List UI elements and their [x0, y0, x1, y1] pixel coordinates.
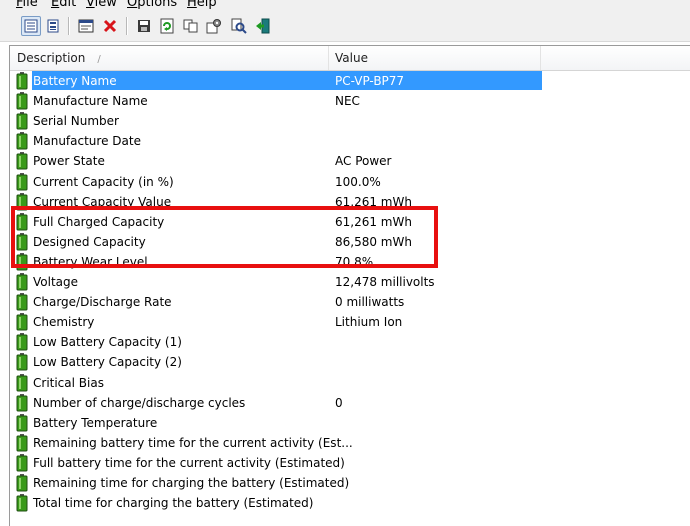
table-row[interactable]: Remaining time for charging the battery …: [10, 473, 690, 493]
row-description: Current Capacity (in %): [33, 174, 174, 189]
list-header: Description / Value: [10, 46, 690, 71]
find-button[interactable]: [229, 16, 249, 36]
row-description: Charge/Discharge Rate: [33, 295, 172, 310]
menu-help[interactable]: Help: [187, 0, 217, 11]
battery-icon: [16, 393, 28, 412]
table-row[interactable]: Battery Name PC-VP-BP77: [10, 71, 690, 91]
battery-icon: [16, 373, 28, 391]
delete-icon: [103, 19, 117, 33]
copy-button[interactable]: [181, 16, 201, 36]
battery-icon: [16, 353, 28, 371]
menu-edit[interactable]: Edit: [51, 0, 76, 11]
battery-icon: [16, 273, 28, 291]
battery-icon: [16, 333, 28, 351]
menu-options[interactable]: Options: [127, 0, 177, 11]
battery-icon: [16, 92, 28, 110]
battery-icon: [16, 72, 28, 90]
options-icon: [206, 19, 221, 34]
column-divider[interactable]: [540, 46, 541, 70]
row-description: Remaining battery time for the current a…: [33, 435, 353, 450]
properties-button[interactable]: [76, 16, 96, 36]
battery-info-list[interactable]: Description / Value Battery Name PC-VP-BP7…: [9, 45, 690, 526]
column-divider[interactable]: [328, 46, 329, 70]
exit-icon: [256, 18, 270, 34]
row-description: Low Battery Capacity (2): [33, 355, 182, 370]
battery-icon: [16, 433, 28, 452]
details-view-icon: [47, 19, 59, 33]
properties-icon: [78, 19, 94, 33]
row-description: Remaining time for charging the battery …: [33, 476, 350, 490]
details-view-button[interactable]: [43, 16, 63, 36]
find-icon: [231, 18, 247, 34]
row-description: Manufacture Name: [33, 94, 148, 109]
row-description: Total time for charging the battery (Est…: [33, 496, 314, 511]
battery-icon: [16, 152, 28, 170]
toolbar-separator: [68, 17, 70, 35]
row-description: Manufacture Date: [33, 134, 141, 149]
highlight-box: [11, 206, 438, 268]
battery-icon: [16, 453, 28, 472]
html-report-icon: [24, 19, 38, 33]
row-description: Chemistry: [33, 315, 95, 330]
menu-bar: File Edit View Options Help: [0, 0, 690, 12]
table-row[interactable]: Total time for charging the battery (Est…: [10, 493, 690, 513]
toolbar: [0, 12, 690, 42]
row-description: Critical Bias: [33, 375, 104, 390]
table-row[interactable]: Low Battery Capacity (1): [10, 332, 690, 352]
row-description: Power State: [33, 154, 105, 169]
table-row[interactable]: Power State AC Power: [10, 151, 690, 171]
table-row[interactable]: Low Battery Capacity (2): [10, 352, 690, 372]
sort-indicator-icon: /: [97, 54, 101, 65]
battery-icon: [16, 474, 28, 492]
table-row[interactable]: Serial Number: [10, 111, 690, 131]
table-row[interactable]: Voltage 12,478 millivolts: [10, 272, 690, 292]
row-description: Number of charge/discharge cycles: [33, 395, 246, 410]
save-button[interactable]: [134, 16, 154, 36]
html-report-button[interactable]: [21, 16, 41, 36]
refresh-icon: [160, 18, 174, 34]
row-value: 0 milliwatts: [335, 295, 405, 310]
row-description: Voltage: [33, 275, 79, 289]
table-row[interactable]: Charge/Discharge Rate 0 milliwatts: [10, 292, 690, 312]
table-row[interactable]: Full battery time for the current activi…: [10, 453, 690, 473]
table-row[interactable]: Manufacture Name NEC: [10, 91, 690, 111]
row-description: Battery Temperature: [33, 415, 158, 430]
battery-icon: [16, 293, 28, 311]
table-row[interactable]: Battery Temperature: [10, 413, 690, 433]
row-description: Battery Name: [33, 74, 117, 88]
table-row[interactable]: Remaining battery time for the current a…: [10, 433, 690, 453]
table-row[interactable]: Manufacture Date: [10, 131, 690, 151]
refresh-button[interactable]: [157, 16, 177, 36]
row-value: 0: [335, 395, 343, 410]
toolbar-separator: [126, 17, 128, 35]
battery-icon: [16, 413, 28, 432]
battery-icon: [16, 132, 28, 150]
exit-button[interactable]: [253, 16, 273, 36]
menu-view[interactable]: View: [86, 0, 117, 11]
table-row[interactable]: Critical Bias: [10, 373, 690, 393]
row-value: Lithium Ion: [335, 315, 403, 330]
row-value: PC-VP-BP77: [335, 74, 405, 88]
copy-icon: [183, 19, 198, 33]
row-value: NEC: [335, 94, 360, 109]
row-value: 12,478 millivolts: [335, 275, 435, 289]
battery-icon: [16, 172, 28, 190]
battery-icon: [16, 112, 28, 130]
table-row[interactable]: Number of charge/discharge cycles 0: [10, 393, 690, 413]
column-header-description[interactable]: Description /: [17, 46, 101, 70]
options-button[interactable]: [204, 16, 224, 36]
row-description: Full battery time for the current activi…: [33, 455, 345, 470]
column-header-value[interactable]: Value: [335, 46, 368, 70]
table-row[interactable]: Current Capacity (in %) 100.0%: [10, 172, 690, 192]
row-value: 100.0%: [335, 174, 381, 189]
table-row[interactable]: Chemistry Lithium Ion: [10, 312, 690, 332]
battery-icon: [16, 313, 28, 331]
row-value: AC Power: [335, 154, 392, 169]
row-description: Low Battery Capacity (1): [33, 335, 182, 350]
save-icon: [138, 20, 150, 32]
row-description: Serial Number: [33, 114, 119, 129]
menu-file[interactable]: File: [16, 0, 38, 11]
delete-button[interactable]: [100, 16, 120, 36]
battery-icon: [16, 494, 28, 512]
